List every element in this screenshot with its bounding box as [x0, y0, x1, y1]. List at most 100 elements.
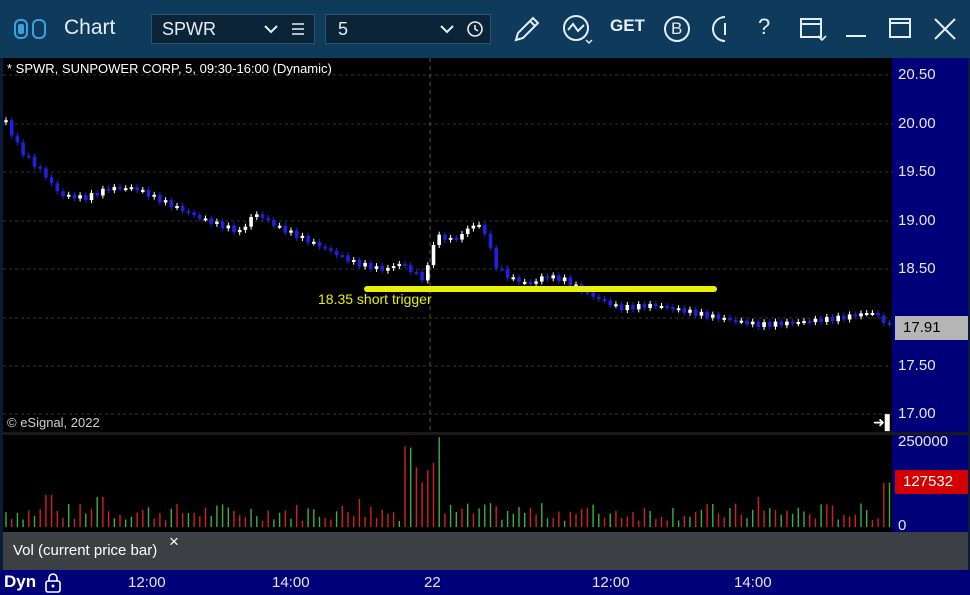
candle-body: [89, 192, 94, 201]
time-label: 14:00: [734, 574, 772, 591]
candle-body: [465, 228, 470, 235]
volume-legend-label[interactable]: Vol (current price bar): [13, 542, 157, 559]
candle-body: [44, 168, 48, 178]
candle-body: [443, 234, 447, 240]
candle-body: [540, 276, 544, 282]
candle-body: [688, 309, 692, 313]
candle-body: [129, 187, 134, 190]
lock-icon[interactable]: [43, 572, 63, 593]
candle-body: [84, 195, 88, 201]
volume-tick: 250000: [898, 433, 949, 450]
candle-body: [66, 194, 71, 197]
candle-body: [21, 142, 25, 156]
candle-body: [289, 230, 293, 233]
candle-body: [363, 262, 367, 267]
candle-body: [625, 304, 630, 311]
candle-body: [101, 188, 105, 196]
candle-body: [426, 265, 430, 281]
candle-body: [676, 308, 681, 311]
candle-body: [750, 321, 755, 325]
candle-body: [608, 300, 612, 306]
candle-body: [762, 322, 766, 328]
candle-body: [483, 224, 487, 235]
candle-body: [357, 259, 362, 267]
dyn-mode-label[interactable]: Dyn: [4, 572, 36, 592]
candle-body: [591, 292, 595, 297]
price-tick: 20.50: [898, 66, 936, 83]
candle-body: [887, 322, 892, 325]
candle-body: [249, 216, 253, 227]
candle-body: [511, 277, 516, 280]
candle-body: [693, 309, 698, 316]
candle-body: [203, 218, 208, 221]
candle-body: [500, 268, 504, 271]
price-tick: 17.50: [898, 357, 936, 374]
candle-body: [619, 304, 624, 311]
candle-body: [882, 315, 886, 323]
candle-body: [864, 313, 869, 316]
candle-body: [135, 187, 139, 191]
candle-body: [705, 311, 709, 318]
candle-body: [551, 275, 555, 279]
candle-body: [642, 304, 647, 308]
candle-body: [106, 188, 111, 191]
trigger-annotation[interactable]: 18.35 short trigger: [318, 291, 432, 307]
candle-body: [517, 277, 521, 282]
candle-body: [141, 189, 145, 192]
candle-body: [847, 314, 852, 320]
close-study-icon[interactable]: ×: [169, 532, 179, 552]
candle-body: [169, 200, 174, 208]
candle-body: [272, 219, 276, 226]
candle-body: [78, 195, 82, 199]
candle-body: [825, 316, 829, 322]
candle-body: [602, 299, 607, 302]
time-label: 12:00: [128, 574, 166, 591]
candle-body: [654, 303, 658, 307]
candle-body: [198, 215, 202, 219]
candle-body: [123, 188, 128, 191]
candle-body: [802, 321, 806, 324]
volume-legend-panel: Vol (current price bar) ×: [3, 532, 968, 570]
candle-body: [55, 183, 60, 192]
candle-body: [836, 315, 840, 322]
candle-body: [682, 308, 687, 313]
price-tick: 18.50: [898, 260, 936, 277]
candle-body: [374, 266, 379, 269]
candle-body: [118, 186, 122, 189]
candle-body: [454, 237, 459, 240]
candle-body: [340, 255, 345, 258]
time-axis[interactable]: Dyn 12:00 14:00 22 12:00 14:00: [0, 570, 970, 595]
candle-body: [773, 321, 778, 327]
candle-body: [329, 248, 333, 251]
candle-body: [312, 241, 316, 244]
candle-body: [237, 229, 242, 233]
candle-body: [112, 186, 117, 191]
candle-body: [699, 311, 704, 316]
candle-body: [4, 120, 8, 123]
candle-body: [437, 234, 441, 246]
candle-body: [266, 217, 270, 220]
candle-body: [614, 304, 618, 307]
candle-body: [522, 281, 527, 284]
current-volume-badge: 127532: [895, 470, 968, 494]
candle-body: [351, 259, 356, 262]
candle-body: [317, 241, 322, 247]
candle-body: [403, 263, 407, 266]
candle-body: [163, 200, 168, 203]
price-tick: 19.50: [898, 163, 936, 180]
candle-body: [27, 155, 31, 158]
time-label: 22: [424, 574, 441, 591]
candle-body: [505, 268, 510, 279]
scroll-to-end-icon[interactable]: ➜▌: [873, 414, 895, 431]
candle-body: [232, 225, 236, 233]
candle-body: [807, 321, 812, 324]
candle-body: [448, 237, 453, 240]
candle-body: [346, 255, 350, 262]
candle-body: [431, 245, 436, 266]
candle-body: [562, 277, 567, 282]
candle-body: [61, 191, 65, 197]
candle-body: [534, 281, 538, 284]
candle-body: [779, 321, 783, 326]
candle-body: [323, 246, 327, 249]
candle-body: [397, 263, 402, 267]
